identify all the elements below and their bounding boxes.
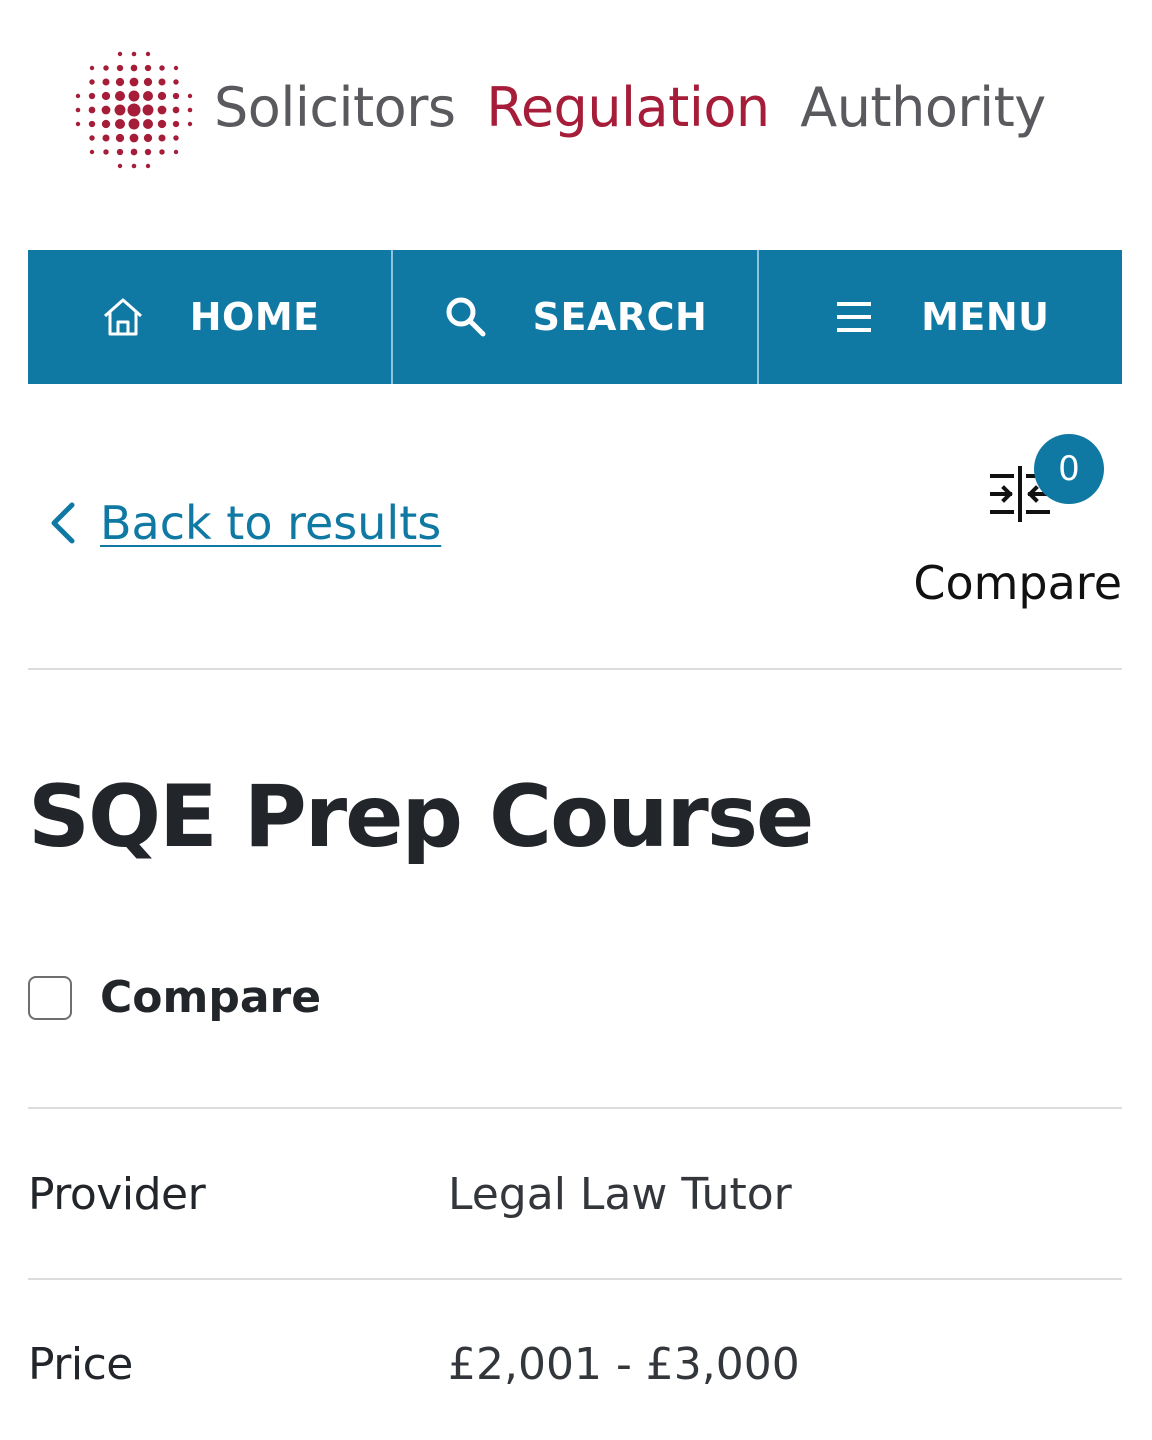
sra-logo[interactable]: Solicitors Regulation Authority [74, 50, 1074, 170]
home-icon [100, 294, 146, 340]
chevron-left-icon [51, 502, 75, 544]
compare-checkbox-row[interactable]: Compare [28, 972, 321, 1023]
top-navigation: HOME SEARCH MENU [28, 250, 1122, 384]
nav-menu-button[interactable]: MENU [759, 250, 1122, 384]
price-label: Price [28, 1338, 133, 1390]
nav-home-button[interactable]: HOME [28, 250, 394, 384]
detail-row-provider: Provider Legal Law Tutor [28, 1144, 1122, 1244]
nav-menu-label: MENU [921, 295, 1050, 339]
compare-checkbox[interactable] [28, 975, 72, 1020]
page: Solicitors Regulation Authority HOME SEA… [0, 0, 1152, 1440]
compare-count-badge: 0 [1034, 434, 1104, 504]
course-title: SQE Prep Course [28, 767, 814, 867]
logo-word-authority: Authority [800, 76, 1046, 139]
logo-word-solicitors: Solicitors [214, 76, 456, 139]
provider-label: Provider [28, 1168, 206, 1220]
nav-home-label: HOME [189, 295, 320, 339]
search-icon [443, 294, 489, 340]
back-to-results-text[interactable]: Back to results [100, 496, 441, 550]
hamburger-menu-icon [831, 294, 877, 340]
divider [28, 1107, 1122, 1109]
dot-grid-logo-icon [75, 51, 193, 169]
nav-search-button[interactable]: SEARCH [393, 250, 759, 384]
compare-checkbox-label: Compare [100, 972, 322, 1023]
provider-value: Legal Law Tutor [448, 1168, 792, 1220]
compare-basket-button[interactable]: 0 Compare [908, 432, 1128, 612]
compare-basket-label: Compare [913, 556, 1122, 610]
back-to-results-link[interactable]: Back to results [46, 496, 441, 550]
price-value: £2,001 - £3,000 [448, 1338, 800, 1390]
logo-word-regulation: Regulation [486, 76, 770, 139]
divider [28, 668, 1122, 670]
detail-row-price: Price £2,001 - £3,000 [28, 1314, 1122, 1414]
nav-search-label: SEARCH [532, 295, 708, 339]
logo-text: Solicitors Regulation Authority [214, 78, 1046, 138]
divider [28, 1278, 1122, 1280]
